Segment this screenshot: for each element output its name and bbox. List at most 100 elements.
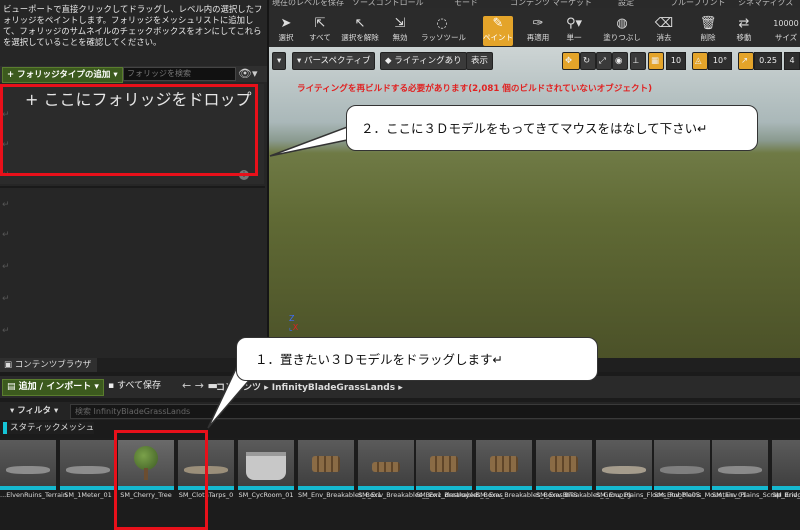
asset-tile[interactable]: SM_Env_Plains_Floors_Rubble05 bbox=[596, 440, 700, 499]
asset-thumbnail bbox=[416, 440, 472, 486]
lasso-icon: ◌ bbox=[436, 16, 448, 31]
invalid-icon: ⇲ bbox=[394, 16, 406, 31]
scale-snap-icon[interactable]: ↗ bbox=[738, 52, 754, 70]
tool-move[interactable]: ⇄ 移動 bbox=[729, 16, 759, 46]
tool-erase[interactable]: ⌫ 消去 bbox=[649, 16, 679, 46]
asset-tile[interactable]: SM_Env_Breakables_Box1_destroyed bbox=[358, 440, 478, 499]
content-browser-tab[interactable]: ▣ コンテンツブラウザ bbox=[0, 358, 98, 372]
scale-value[interactable]: 0.25 bbox=[754, 52, 782, 70]
asset-thumbnail bbox=[298, 440, 354, 486]
camera-speed-value[interactable]: 4 bbox=[784, 52, 800, 70]
size-value: 10000 bbox=[773, 19, 799, 28]
asset-tile[interactable]: SM_CycRoom_01 bbox=[238, 440, 294, 499]
asset-tile[interactable]: SM_Env_Breakables_Box1 bbox=[298, 440, 382, 499]
tool-select[interactable]: ➤ 選択 bbox=[271, 16, 301, 46]
add-foliage-type-button[interactable]: + フォリッジタイプの追加 ▾ bbox=[2, 67, 123, 83]
asset-thumbnail bbox=[654, 440, 710, 486]
tool-reapply[interactable]: ✑ 再適用 bbox=[523, 16, 553, 46]
asset-thumbnail bbox=[712, 440, 768, 486]
tool-invalid[interactable]: ⇲ 無効 bbox=[385, 16, 415, 46]
back-arrow-icon[interactable]: ← bbox=[182, 379, 191, 392]
menu-cinematics[interactable]: シネマティクス bbox=[738, 0, 793, 8]
menu-save-level[interactable]: 現在のレベルを保存 bbox=[272, 0, 344, 8]
tool-paint[interactable]: ✎ ペイント bbox=[483, 16, 513, 46]
asset-tile[interactable]: SM_1Meter_01 bbox=[60, 440, 116, 499]
asset-tile[interactable]: ...ElvenRuins_Terrain bbox=[0, 440, 67, 499]
paint-brush-icon: ✎ bbox=[492, 16, 504, 31]
reapply-icon: ✑ bbox=[532, 16, 544, 31]
tool-lasso[interactable]: ◌ ラッソツール bbox=[421, 16, 466, 46]
perspective-icon: ▾ bbox=[297, 56, 304, 66]
asset-thumbnail bbox=[358, 440, 414, 486]
highlight-box-dropzone bbox=[0, 84, 258, 176]
cursor-icon: ➤ bbox=[280, 16, 292, 31]
tool-deselect[interactable]: ↖ 選択を解除 bbox=[341, 16, 379, 46]
menu-blueprint[interactable]: ブループリント bbox=[670, 0, 726, 8]
callout-step-2: ２．ここに３Ｄモデルをもってきてマウスをはなして下さい↵ bbox=[346, 105, 758, 151]
grid-value[interactable]: 10 bbox=[666, 52, 686, 70]
lighting-warning: ライティングを再ビルドする必要があります(2,081 個のビルドされていないオブ… bbox=[297, 84, 653, 94]
axis-x-label: X bbox=[292, 323, 299, 332]
add-icon: ▤ bbox=[7, 382, 19, 392]
surface-snap-icon[interactable]: ⟂ bbox=[630, 52, 646, 70]
angle-value[interactable]: 10° bbox=[708, 52, 732, 70]
axis-z-label: Z bbox=[289, 314, 295, 323]
show-button[interactable]: 表示 bbox=[466, 52, 494, 70]
save-icon: ▪ bbox=[108, 381, 117, 391]
axis-indicator: Z ⌞X bbox=[289, 314, 298, 332]
menu-market[interactable]: マーケット bbox=[552, 0, 592, 8]
tool-delete[interactable]: 🗑 削除 bbox=[693, 16, 723, 46]
single-icon: ⚲▾ bbox=[565, 16, 583, 31]
asset-tile[interactable]: SM_Env_... bbox=[772, 440, 800, 499]
scale-icon[interactable]: ⤢ bbox=[596, 52, 612, 70]
lighting-icon: ◆ bbox=[385, 56, 395, 66]
tool-single[interactable]: ⚲▾ 単一 bbox=[559, 16, 589, 46]
asset-thumbnail bbox=[60, 440, 116, 486]
lighting-button[interactable]: ◆ ライティングあり bbox=[380, 52, 467, 70]
angle-snap-icon[interactable]: ◬ bbox=[692, 52, 708, 70]
asset-tile[interactable]: SM_Env_Breakables_BoxesBITS bbox=[476, 440, 577, 499]
asset-thumbnail bbox=[772, 440, 800, 486]
foliage-mode-toolbar: ➤ 選択 ⇱ すべて ↖ 選択を解除 ⇲ 無効 ◌ ラッソツール ✎ ペイント ✑ 再適用 ⚲… bbox=[269, 8, 800, 48]
save-all-button[interactable]: ▪ すべて保存 bbox=[108, 380, 161, 393]
return-mark: ↵ bbox=[2, 326, 10, 336]
trash-icon: 🗑 bbox=[699, 16, 717, 31]
menu-source-control[interactable]: ソースコントロール bbox=[352, 0, 424, 8]
folder-icon: ▣ bbox=[4, 360, 15, 370]
return-mark: ↵ bbox=[2, 230, 10, 240]
menu-mode[interactable]: モード bbox=[454, 0, 478, 8]
perspective-button[interactable]: ▾ パースペクティブ bbox=[292, 52, 376, 70]
move-icon: ⇄ bbox=[738, 16, 750, 31]
menu-settings[interactable]: 設定 bbox=[618, 0, 634, 8]
add-import-button[interactable]: ▤ 追加 / インポート ▾ bbox=[2, 379, 104, 396]
tool-size[interactable]: 10000 サイズ bbox=[771, 16, 800, 46]
content-search-input[interactable]: 検索 InfinityBladeGrassLands bbox=[70, 404, 800, 419]
highlight-box-cherry-tree bbox=[114, 430, 208, 530]
foliage-search-input[interactable]: フォリッジを検索 bbox=[123, 67, 236, 81]
menu-content[interactable]: コンテンツ bbox=[510, 0, 550, 8]
rotate-icon[interactable]: ↻ bbox=[580, 52, 596, 70]
asset-thumbnail bbox=[238, 440, 294, 486]
foliage-description: ビューポートで直接クリックしてドラッグし、レベル内の選択したフォリッジをペイント… bbox=[3, 4, 263, 47]
translate-icon[interactable]: ✥ bbox=[562, 52, 580, 70]
tool-fill[interactable]: ◍ 塗りつぶし bbox=[603, 16, 641, 46]
static-mesh-filter-chip[interactable]: スタティックメッシュ bbox=[3, 422, 95, 434]
cursor-all-icon: ⇱ bbox=[314, 16, 326, 31]
asset-thumbnail bbox=[476, 440, 532, 486]
tool-select-all[interactable]: ⇱ すべて bbox=[305, 16, 335, 46]
asset-tile[interactable]: SM_Env_Breakables_Boxes bbox=[416, 440, 503, 499]
viewport-menu-button[interactable]: ▾ bbox=[272, 52, 287, 70]
grid-snap-icon[interactable]: ▦ bbox=[648, 52, 664, 70]
asset-tile[interactable]: SM_Env_Plains_Mountain_01 bbox=[654, 440, 746, 499]
erase-icon: ⌫ bbox=[654, 16, 674, 31]
filter-button[interactable]: ▾ フィルタ ▾ bbox=[10, 404, 58, 416]
asset-tile[interactable]: SM_Env_Plains_Scrap_Bridge_2 bbox=[712, 440, 800, 499]
fill-icon: ◍ bbox=[616, 16, 628, 31]
panel-divider bbox=[0, 186, 265, 188]
return-mark: ↵ bbox=[2, 294, 10, 304]
eye-icon[interactable]: 👁▾ bbox=[238, 67, 258, 81]
deselect-icon: ↖ bbox=[354, 16, 366, 31]
viewport-toolbar: ▾ ▾ パースペクティブ ◆ ライティングあり 表示 ✥ ↻ ⤢ ◉ ⟂ ▦ 1… bbox=[272, 52, 800, 70]
asset-tile[interactable]: SM_Env_Breakables_GroupLg bbox=[536, 440, 631, 499]
world-icon[interactable]: ◉ bbox=[612, 52, 628, 70]
